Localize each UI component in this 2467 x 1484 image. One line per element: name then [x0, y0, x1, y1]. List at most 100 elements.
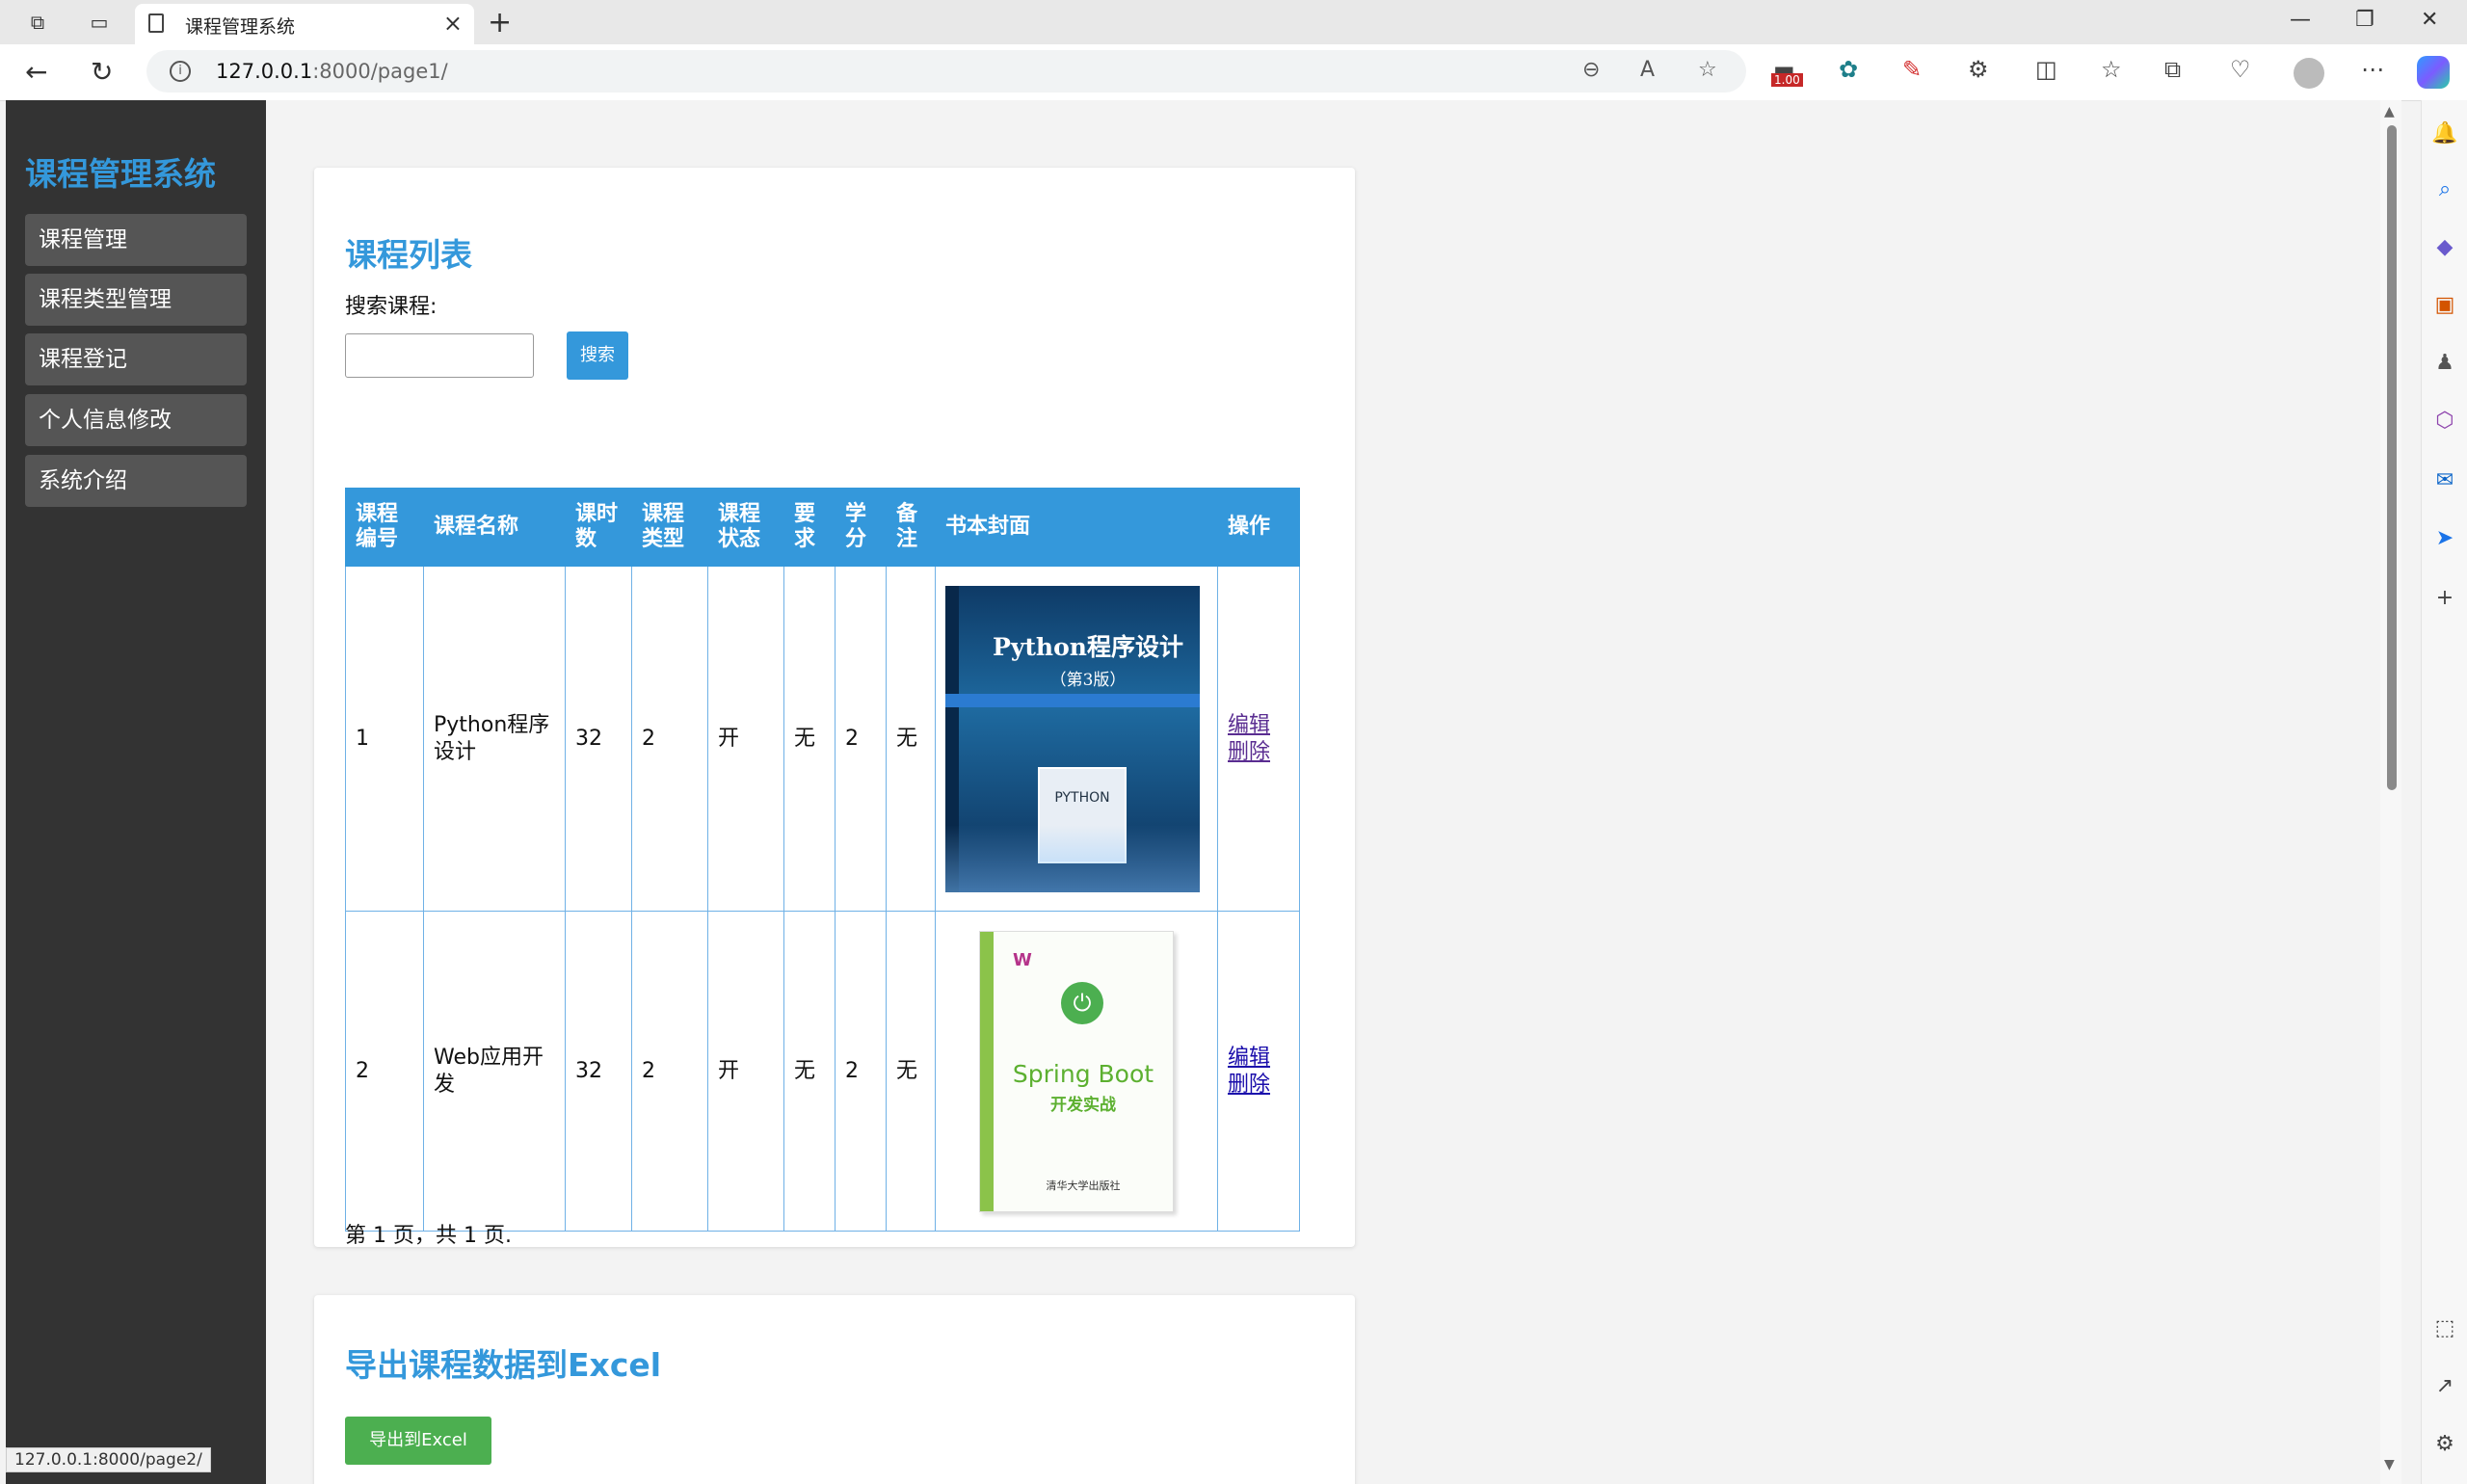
export-title: 导出课程数据到Excel: [345, 1346, 662, 1384]
extension-color-icon[interactable]: ✎: [1902, 56, 1922, 83]
split-screen-icon[interactable]: ◫: [2035, 56, 2057, 83]
more-menu-icon[interactable]: ⋯: [2361, 56, 2384, 83]
cell-remark: 无: [886, 566, 936, 912]
status-bar-url: 127.0.0.1:8000/page2/: [6, 1447, 211, 1472]
delete-link[interactable]: 删除: [1228, 739, 1289, 766]
course-list-title: 课程列表: [345, 236, 472, 274]
search-input[interactable]: [345, 333, 534, 378]
tab-actions-icon[interactable]: ▭: [83, 8, 116, 37]
url-text[interactable]: 127.0.0.1:8000/page1/: [216, 60, 448, 83]
sidebar-item-course-registration[interactable]: 课程登记: [25, 333, 247, 385]
cell-id: 1: [345, 566, 424, 912]
games-icon[interactable]: ♟: [2431, 349, 2458, 376]
extension-badge: 1.00: [1771, 73, 1803, 87]
edit-link[interactable]: 编辑: [1228, 1045, 1289, 1072]
cover-title: Python程序设计: [993, 632, 1183, 661]
cell-status: 开: [707, 911, 784, 1232]
collections-icon[interactable]: ⧉: [2164, 56, 2181, 83]
outlook-icon[interactable]: ✉: [2431, 466, 2458, 493]
address-bar[interactable]: i 127.0.0.1:8000/page1/ ⊖ A ☆: [146, 50, 1746, 93]
read-aloud-icon[interactable]: A: [1640, 58, 1655, 82]
cell-id: 2: [345, 911, 424, 1232]
search-label: 搜索课程:: [345, 295, 438, 319]
cell-hours: 32: [565, 566, 632, 912]
book-cover-spring-boot: W ⏻ Spring Boot 开发实战 清华大学出版社: [979, 930, 1174, 1212]
minimize-icon[interactable]: —: [2290, 8, 2311, 32]
new-tab-icon[interactable]: +: [488, 6, 512, 40]
cell-type: 2: [631, 566, 708, 912]
book-cover-python: Python程序设计 （第3版） PYTHON: [945, 585, 1200, 892]
refresh-icon[interactable]: ↻: [91, 56, 113, 88]
col-header-credit: 学分: [835, 488, 887, 567]
cell-remark: 无: [886, 911, 936, 1232]
export-card: 导出课程数据到Excel 导出到Excel: [314, 1295, 1355, 1484]
favorite-star-icon[interactable]: ☆: [1698, 58, 1717, 82]
cell-cover: Python程序设计 （第3版） PYTHON: [935, 566, 1218, 912]
zoom-out-icon[interactable]: ⊖: [1582, 58, 1600, 82]
cell-type: 2: [631, 911, 708, 1232]
edit-link[interactable]: 编辑: [1228, 712, 1289, 739]
workspaces-icon[interactable]: ⧉: [21, 8, 54, 37]
scroll-down-icon[interactable]: ▼: [2384, 1457, 2395, 1472]
page-icon: [148, 13, 164, 33]
scroll-up-icon[interactable]: ▲: [2384, 104, 2395, 119]
course-table: 课程编号 课程名称 课时数 课程类型 课程状态 要求 学分 备注 书本封面 操作…: [345, 488, 1300, 1232]
col-header-type: 课程类型: [631, 488, 708, 567]
table-header-row: 课程编号 课程名称 课时数 课程类型 课程状态 要求 学分 备注 书本封面 操作: [345, 488, 1300, 567]
close-window-icon[interactable]: ✕: [2421, 8, 2438, 32]
cell-hours: 32: [565, 911, 632, 1232]
tools-icon[interactable]: ▣: [2431, 291, 2458, 318]
col-header-name: 课程名称: [423, 488, 566, 567]
site-info-icon[interactable]: i: [170, 61, 191, 82]
restore-icon[interactable]: ❐: [2355, 8, 2374, 32]
col-header-actions: 操作: [1217, 488, 1300, 567]
search-icon[interactable]: ⌕: [2431, 175, 2458, 202]
extension-aperture-icon[interactable]: ✿: [1839, 56, 1858, 83]
profile-avatar[interactable]: [2294, 58, 2324, 89]
copilot-icon[interactable]: [2417, 56, 2450, 89]
add-icon[interactable]: +: [2431, 584, 2458, 611]
open-external-icon[interactable]: ↗: [2431, 1372, 2458, 1399]
col-header-id: 课程编号: [345, 488, 424, 567]
settings-gear-icon[interactable]: ⚙: [2431, 1430, 2458, 1457]
office-icon[interactable]: ⬡: [2431, 407, 2458, 434]
cell-name: Python程序设计: [423, 566, 566, 912]
sidebar-item-profile-edit[interactable]: 个人信息修改: [25, 394, 247, 446]
col-header-cover: 书本封面: [935, 488, 1218, 567]
cover-edition: （第3版）: [1049, 670, 1127, 690]
cover-spine: [980, 931, 994, 1211]
table-row: 1 Python程序设计 32 2 开 无 2 无 Python程序设计 （第3…: [345, 566, 1300, 912]
page-viewport: 课程管理系统 课程管理 课程类型管理 课程登记 个人信息修改 系统介绍 课程列表…: [6, 100, 2380, 1484]
export-excel-button[interactable]: 导出到Excel: [345, 1417, 491, 1465]
close-tab-icon[interactable]: ×: [443, 10, 463, 37]
notification-bell-icon[interactable]: 🔔: [2431, 119, 2458, 146]
screenshot-icon[interactable]: ⬚: [2431, 1314, 2458, 1341]
course-list-card: 课程列表 搜索课程: 搜索 课程编号 课程名称 课时数 课程类型 课程状态 要求…: [314, 168, 1355, 1248]
tab-title: 课程管理系统: [185, 16, 296, 38]
cover-ice-decoration: [945, 824, 1200, 892]
favorites-icon[interactable]: ☆: [2101, 56, 2122, 83]
cover-title: Spring Boot: [1012, 1059, 1154, 1088]
sidebar-item-system-intro[interactable]: 系统介绍: [25, 455, 247, 507]
col-header-remark: 备注: [886, 488, 936, 567]
extensions-puzzle-icon[interactable]: ⚙: [1968, 56, 1989, 83]
col-header-hours: 课时数: [565, 488, 632, 567]
shopping-tag-icon[interactable]: ◆: [2431, 233, 2458, 260]
browser-essentials-icon[interactable]: ♡: [2230, 56, 2251, 83]
send-icon[interactable]: ➤: [2431, 524, 2458, 551]
browser-tab-bar: ⧉ ▭ 课程管理系统 × + — ❐ ✕: [0, 0, 2467, 44]
cell-actions: 编辑 删除: [1217, 566, 1300, 912]
col-header-status: 课程状态: [707, 488, 784, 567]
power-icon: ⏻: [1061, 981, 1103, 1024]
sidebar-item-course-management[interactable]: 课程管理: [25, 214, 247, 266]
sidebar-item-course-type-management[interactable]: 课程类型管理: [25, 274, 247, 326]
cell-actions: 编辑 删除: [1217, 911, 1300, 1232]
publisher-logo-icon: W: [1013, 949, 1032, 970]
url-path: :8000/page1/: [312, 60, 448, 83]
browser-tab[interactable]: 课程管理系统 ×: [135, 4, 474, 44]
cell-requirement: 无: [783, 566, 836, 912]
search-button[interactable]: 搜索: [567, 331, 628, 380]
delete-link[interactable]: 删除: [1228, 1072, 1289, 1099]
back-icon[interactable]: ←: [25, 56, 47, 88]
scrollbar-thumb[interactable]: [2387, 125, 2397, 790]
